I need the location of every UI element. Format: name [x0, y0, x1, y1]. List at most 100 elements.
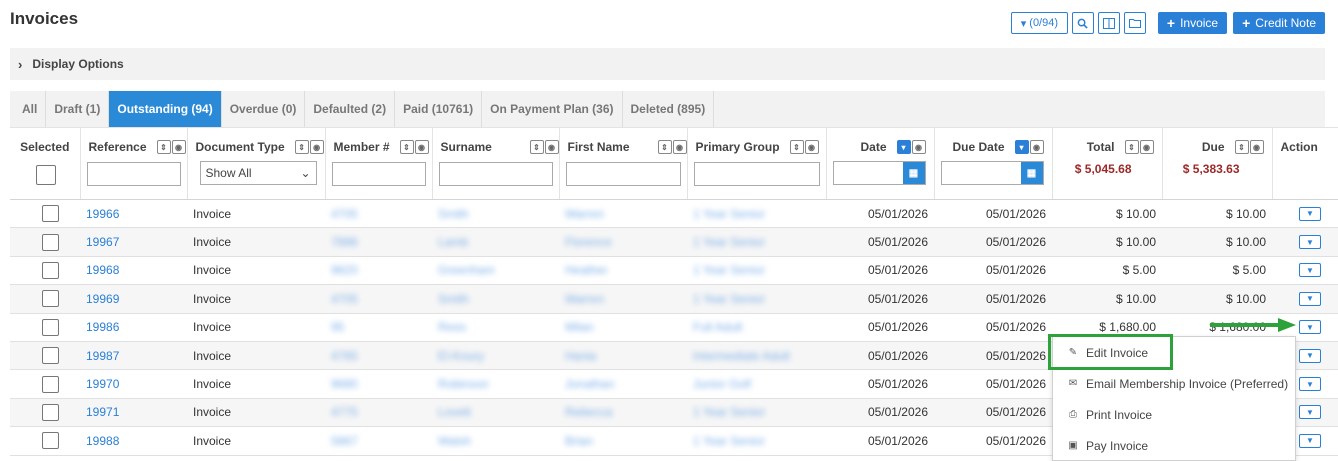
first-name-cell[interactable]: Milan [565, 320, 594, 334]
member-number-cell[interactable]: 9680 [331, 377, 358, 391]
tab-on-payment-plan[interactable]: On Payment Plan (36) [482, 91, 623, 127]
primary-group-filter-input[interactable] [693, 162, 820, 186]
surname-cell[interactable]: Robinson [438, 377, 489, 391]
eye-icon[interactable]: ◉ [672, 140, 687, 154]
row-action-dropdown-button[interactable]: ▼ [1299, 206, 1321, 221]
calendar-icon[interactable]: ▦ [1020, 162, 1043, 184]
member-number-cell[interactable]: 95 [331, 320, 344, 334]
row-action-dropdown-button[interactable]: ▼ [1299, 320, 1321, 335]
eye-icon[interactable]: ◉ [1249, 140, 1264, 154]
add-credit-note-button[interactable]: + Credit Note [1233, 12, 1325, 34]
select-all-checkbox[interactable] [36, 165, 56, 185]
eye-icon[interactable]: ◉ [1139, 140, 1154, 154]
primary-group-cell[interactable]: 1 Year Senior [693, 263, 765, 277]
menu-item-print-invoice[interactable]: ⎙ Print Invoice [1053, 399, 1295, 430]
member-number-cell[interactable]: 5867 [331, 434, 358, 448]
surname-cell[interactable]: Walsh [438, 434, 471, 448]
eye-icon[interactable]: ◉ [1029, 140, 1044, 154]
primary-group-cell[interactable]: 1 Year Senior [693, 207, 765, 221]
sort-desc-icon[interactable]: ▾ [896, 140, 911, 154]
first-name-filter-input[interactable] [565, 162, 681, 186]
primary-group-cell[interactable]: 1 Year Senior [693, 292, 765, 306]
surname-cell[interactable]: Rees [438, 320, 466, 334]
eye-icon[interactable]: ◉ [911, 140, 926, 154]
row-action-dropdown-button[interactable]: ▼ [1299, 291, 1321, 306]
member-number-cell[interactable]: 4705 [331, 207, 358, 221]
date-filter-input[interactable]: ▦ [832, 161, 926, 185]
primary-group-cell[interactable]: 1 Year Senior [693, 434, 765, 448]
due-date-filter-input[interactable]: ▦ [940, 161, 1044, 185]
row-checkbox[interactable] [42, 261, 59, 279]
row-checkbox[interactable] [42, 318, 59, 336]
sort-icon[interactable]: ⇕ [657, 140, 672, 154]
table-row[interactable]: 19968 Invoice 9820 Greenham Heather 1 Year Se… [10, 256, 1338, 286]
sort-icon[interactable]: ⇕ [529, 140, 544, 154]
reference-link[interactable]: 19966 [86, 207, 119, 221]
row-action-dropdown-button[interactable]: ▼ [1299, 433, 1321, 448]
first-name-cell[interactable]: Heather [565, 263, 608, 277]
document-type-select[interactable]: Show All ⌄ [199, 161, 317, 185]
row-checkbox[interactable] [42, 233, 59, 251]
table-row[interactable]: 19966 Invoice 4705 Smith Warren 1 Year Senior… [10, 199, 1338, 229]
reference-link[interactable]: 19969 [86, 292, 119, 306]
row-checkbox[interactable] [42, 375, 59, 393]
row-action-dropdown-button[interactable]: ▼ [1299, 348, 1321, 363]
tab-defaulted[interactable]: Defaulted (2) [305, 91, 396, 127]
first-name-cell[interactable]: Jonathan [565, 377, 614, 391]
primary-group-cell[interactable]: Full Adult [693, 320, 742, 334]
surname-cell[interactable]: Smith [438, 292, 469, 306]
surname-cell[interactable]: El-Koury [438, 349, 484, 363]
reference-link[interactable]: 19967 [86, 235, 119, 249]
reference-filter-input[interactable] [86, 162, 181, 186]
filter-dropdown-button[interactable]: ▾ (0/94) [1010, 12, 1068, 34]
reference-link[interactable]: 19970 [86, 377, 119, 391]
surname-filter-input[interactable] [438, 162, 553, 186]
row-checkbox[interactable] [42, 432, 59, 450]
sort-icon[interactable]: ⇕ [789, 140, 804, 154]
surname-cell[interactable]: Smith [438, 207, 469, 221]
primary-group-cell[interactable]: Intermediate Adult [693, 349, 790, 363]
tab-deleted[interactable]: Deleted (895) [623, 91, 715, 127]
row-action-dropdown-button[interactable]: ▼ [1299, 235, 1321, 250]
display-options-toggle[interactable]: › Display Options [10, 48, 1325, 80]
first-name-cell[interactable]: Warren [565, 207, 604, 221]
reference-link[interactable]: 19971 [86, 405, 119, 419]
sort-icon[interactable]: ⇕ [399, 140, 414, 154]
eye-icon[interactable]: ◉ [804, 140, 819, 154]
sort-icon[interactable]: ⇕ [1234, 140, 1249, 154]
row-checkbox[interactable] [42, 205, 59, 223]
eye-icon[interactable]: ◉ [414, 140, 429, 154]
surname-cell[interactable]: Greenham [438, 263, 495, 277]
eye-icon[interactable]: ◉ [309, 140, 324, 154]
row-checkbox[interactable] [42, 290, 59, 308]
table-row[interactable]: 19969 Invoice 4705 Smith Warren 1 Year Senior… [10, 284, 1338, 314]
add-invoice-button[interactable]: + Invoice [1157, 12, 1228, 34]
surname-cell[interactable]: Lovett [438, 405, 471, 419]
first-name-cell[interactable]: Warren [565, 292, 604, 306]
row-action-dropdown-button[interactable]: ▼ [1299, 405, 1321, 420]
menu-item-email-invoice[interactable]: ✉ Email Membership Invoice (Preferred) [1053, 368, 1295, 399]
tab-draft[interactable]: Draft (1) [46, 91, 110, 127]
row-checkbox[interactable] [42, 403, 59, 421]
tab-paid[interactable]: Paid (10761) [395, 91, 483, 127]
calendar-icon[interactable]: ▦ [902, 162, 925, 184]
columns-button[interactable] [1097, 12, 1120, 34]
sort-icon[interactable]: ⇕ [1124, 140, 1139, 154]
sort-icon[interactable]: ⇕ [294, 140, 309, 154]
menu-item-pay-invoice[interactable]: ▣ Pay Invoice [1053, 430, 1295, 461]
member-number-cell[interactable]: 4775 [331, 405, 358, 419]
row-action-dropdown-button[interactable]: ▼ [1299, 263, 1321, 278]
member-filter-input[interactable] [331, 162, 426, 186]
member-number-cell[interactable]: 4705 [331, 292, 358, 306]
surname-cell[interactable]: Lamb [438, 235, 468, 249]
table-row[interactable]: 19967 Invoice 7886 Lamb Florence 1 Year Senio… [10, 227, 1338, 257]
eye-icon[interactable]: ◉ [171, 140, 186, 154]
member-number-cell[interactable]: 4765 [331, 349, 358, 363]
sort-desc-icon[interactable]: ▾ [1014, 140, 1029, 154]
first-name-cell[interactable]: Florence [565, 235, 612, 249]
row-action-dropdown-button[interactable]: ▼ [1299, 377, 1321, 392]
member-number-cell[interactable]: 9820 [331, 263, 358, 277]
reference-link[interactable]: 19987 [86, 349, 119, 363]
eye-icon[interactable]: ◉ [544, 140, 559, 154]
row-checkbox[interactable] [42, 347, 59, 365]
